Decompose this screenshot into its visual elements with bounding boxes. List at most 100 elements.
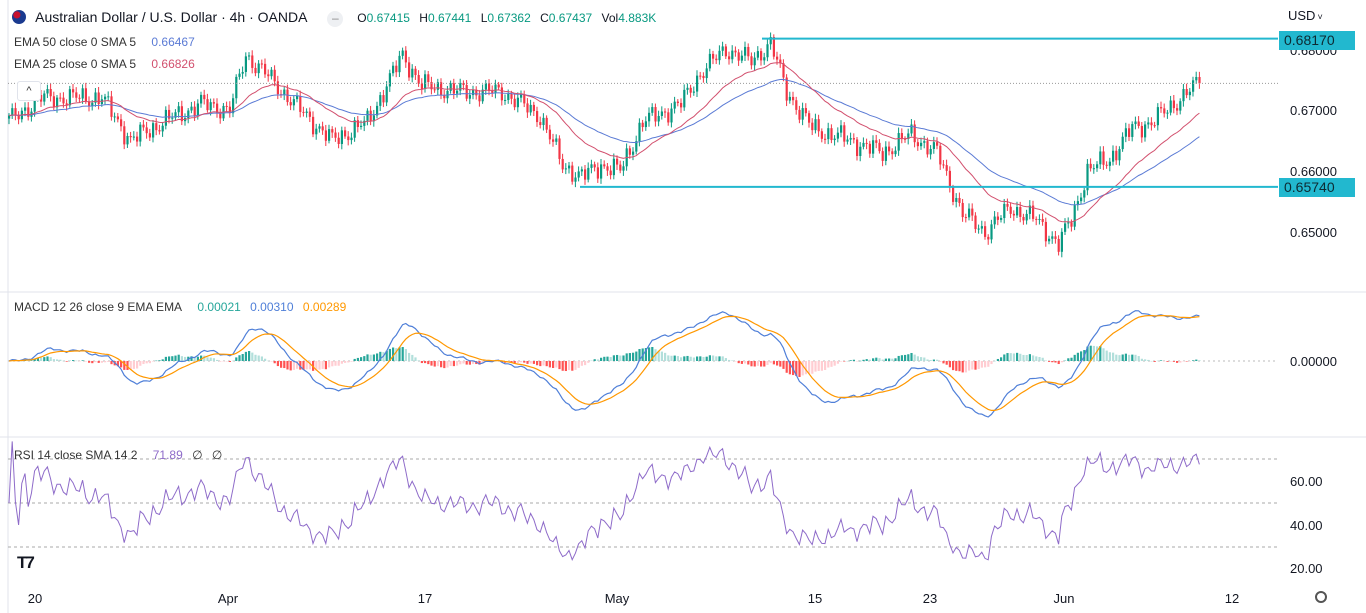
ema50-legend[interactable]: EMA 50 close 0 SMA 5 0.66467 [14, 35, 201, 49]
candle-body [766, 44, 769, 58]
macd-histogram-bar [724, 358, 727, 361]
macd-histogram-bar [1179, 361, 1182, 363]
candle-body [1156, 107, 1159, 126]
candle-body [488, 83, 491, 91]
macd-histogram-bar [702, 356, 705, 361]
ema25-legend[interactable]: EMA 25 close 0 SMA 5 0.66826 [14, 57, 201, 71]
macd-histogram-bar [241, 354, 244, 361]
macd-histogram-bar [888, 358, 891, 361]
macd-histogram-bar [577, 361, 580, 368]
candle-body [705, 68, 708, 79]
candle-body [1195, 76, 1198, 81]
macd-histogram-bar [699, 356, 702, 361]
macd-histogram-bar [804, 361, 807, 375]
candle-body [872, 140, 875, 154]
candle-body [667, 112, 670, 123]
macd-histogram-bar [158, 360, 161, 361]
macd-histogram-bar [542, 361, 545, 366]
currency-selector[interactable]: USD ˅ [1288, 8, 1323, 23]
macd-histogram-bar [827, 361, 830, 368]
tradingview-logo[interactable]: T7 [17, 553, 35, 573]
candle-body [158, 130, 161, 132]
candle-body [756, 51, 759, 58]
macd-histogram-bar [673, 355, 676, 361]
candle-body [596, 167, 599, 179]
candle-body [827, 128, 830, 140]
candle-body [382, 95, 385, 103]
candle-body [209, 102, 212, 111]
macd-histogram-bar [782, 361, 785, 369]
candle-body [552, 139, 555, 142]
candle-body [664, 111, 667, 113]
macd-histogram-bar [356, 357, 359, 361]
macd-histogram-bar [548, 361, 551, 368]
macd-histogram-bar [1121, 354, 1124, 361]
candle-body [433, 89, 436, 91]
macd-histogram-bar [286, 361, 289, 370]
candle-body [641, 122, 644, 128]
macd-histogram-bar [728, 359, 731, 361]
macd-histogram-bar [1195, 359, 1198, 361]
candle-body [472, 89, 475, 96]
macd-histogram-bar [1096, 346, 1099, 361]
candle-body [811, 122, 814, 131]
macd-label: MACD 12 26 close 9 EMA EMA [14, 300, 183, 314]
chevron-up-icon[interactable]: ^ [17, 81, 41, 101]
macd-histogram-bar [628, 353, 631, 361]
macd-histogram-bar [811, 361, 814, 374]
macd-legend[interactable]: MACD 12 26 close 9 EMA EMA 0.00021 0.003… [14, 300, 352, 314]
candle-body [619, 164, 622, 171]
candle-body [1038, 219, 1041, 221]
candle-body [1144, 124, 1147, 138]
macd-histogram-bar [94, 361, 97, 363]
macd-histogram-bar [881, 359, 884, 361]
candle-body [910, 124, 913, 134]
candle-body [1099, 151, 1102, 165]
candle-body [622, 166, 625, 171]
candle-body [971, 208, 974, 216]
candle-body [692, 91, 695, 93]
resistance-level-tag[interactable]: 0.68170 [1279, 31, 1355, 50]
settings-icon[interactable] [1315, 591, 1327, 603]
candle-body [1147, 122, 1150, 125]
macd-histogram-bar [836, 361, 839, 364]
candle-body [443, 95, 446, 99]
candle-body [571, 165, 574, 182]
macd-histogram-bar [852, 359, 855, 361]
macd-histogram-bar [568, 361, 571, 371]
candle-body [673, 101, 676, 109]
candle-body [72, 89, 75, 93]
macd-histogram-bar [1131, 354, 1134, 361]
candle-body [171, 117, 174, 119]
candle-body [920, 142, 923, 147]
candle-body [340, 130, 343, 144]
candle-body [241, 71, 244, 74]
macd-histogram-bar [801, 361, 804, 376]
candle-body [404, 50, 407, 63]
macd-histogram-bar [676, 356, 679, 361]
candle-body [401, 50, 404, 56]
candle-body [958, 197, 961, 203]
rsi-legend[interactable]: RSI 14 close SMA 14 2 71.89 ∅ ∅ [14, 448, 228, 462]
candle-body [417, 75, 420, 84]
support-level-tag[interactable]: 0.65740 [1279, 178, 1355, 197]
macd-histogram-bar [270, 361, 273, 362]
candle-body [497, 84, 500, 88]
candle-body [331, 129, 334, 133]
candle-body [244, 56, 247, 72]
candle-body [1121, 136, 1124, 150]
symbol-title[interactable]: Australian Dollar / U.S. Dollar · 4h · O… [35, 9, 307, 25]
macd-histogram-bar [814, 361, 817, 372]
macd-histogram-bar [536, 361, 539, 366]
macd-histogram-bar [414, 357, 417, 361]
candle-body [49, 89, 52, 97]
hide-legend-button[interactable]: – [327, 11, 344, 27]
macd-histogram-bar [763, 361, 766, 367]
candle-body [734, 50, 737, 53]
currency-label: USD [1288, 8, 1316, 23]
macd-histogram-bar [1108, 352, 1111, 361]
candle-body [360, 125, 363, 127]
candle-body [321, 126, 324, 131]
macd-histogram-bar [366, 354, 369, 361]
macd-histogram-bar [1182, 361, 1185, 362]
